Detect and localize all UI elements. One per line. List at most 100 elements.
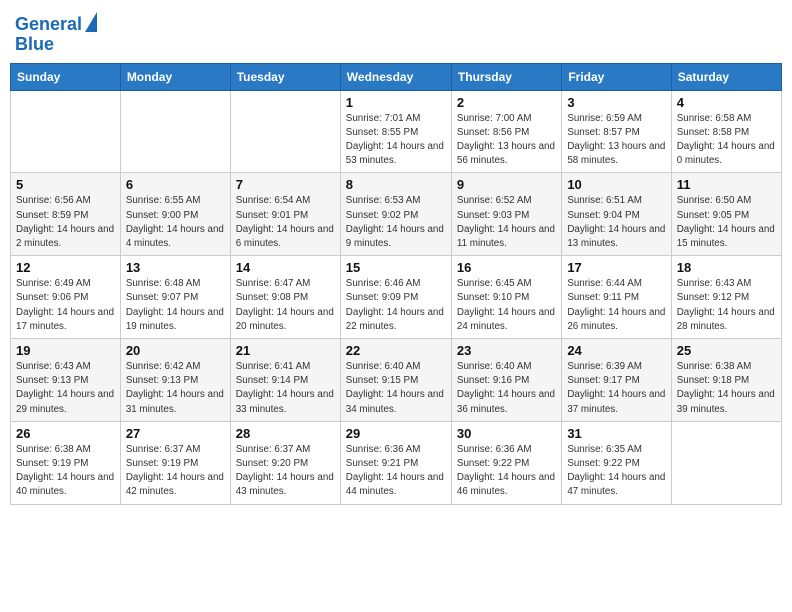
calendar-cell	[11, 90, 121, 173]
calendar-week-2: 5Sunrise: 6:56 AMSunset: 8:59 PMDaylight…	[11, 173, 782, 256]
day-number: 13	[126, 260, 225, 275]
calendar-cell: 20 Sunrise: 6:42 AMSunset: 9:13 PMDayligh…	[120, 339, 230, 422]
day-number: 29	[346, 426, 446, 441]
calendar-week-4: 19Sunrise: 6:43 AMSunset: 9:13 PMDayligh…	[11, 339, 782, 422]
day-number: 24	[567, 343, 665, 358]
calendar-cell: 2 Sunrise: 7:00 AMSunset: 8:56 PMDaylight…	[451, 90, 561, 173]
logo-subtext: Blue	[15, 35, 54, 55]
calendar-cell: 15 Sunrise: 6:46 AMSunset: 9:09 PMDayligh…	[340, 256, 451, 339]
calendar-cell: 23 Sunrise: 6:40 AMSunset: 9:16 PMDayligh…	[451, 339, 561, 422]
logo-text: General	[15, 15, 82, 35]
calendar-week-3: 12 Sunrise: 6:49 AMSunset: 9:06 PMDayligh…	[11, 256, 782, 339]
day-info: Sunrise: 6:49 AMSunset: 9:06 PMDaylight:…	[16, 277, 115, 334]
calendar-cell: 13 Sunrise: 6:48 AMSunset: 9:07 PMDayligh…	[120, 256, 230, 339]
calendar-cell: 17 Sunrise: 6:44 AMSunset: 9:11 PMDayligh…	[562, 256, 671, 339]
day-info: Sunrise: 6:48 AMSunset: 9:07 PMDaylight:…	[126, 277, 225, 334]
day-info: Sunrise: 7:01 AMSunset: 8:55 PMDaylight:…	[346, 112, 446, 169]
day-number: 1	[346, 95, 446, 110]
day-number: 10	[567, 177, 665, 192]
calendar-cell	[230, 90, 340, 173]
day-info: Sunrise: 6:55 AMSunset: 9:00 PMDaylight:…	[126, 194, 225, 251]
day-info: Sunrise: 6:43 AMSunset: 9:13 PMDaylight:…	[16, 360, 115, 417]
day-number: 26	[16, 426, 115, 441]
day-number: 18	[677, 260, 776, 275]
day-info: Sunrise: 6:46 AMSunset: 9:09 PMDaylight:…	[346, 277, 446, 334]
day-info: Sunrise: 6:44 AMSunset: 9:11 PMDaylight:…	[567, 277, 665, 334]
calendar-cell: 18 Sunrise: 6:43 AMSunset: 9:12 PMDayligh…	[671, 256, 781, 339]
day-number: 12	[16, 260, 115, 275]
calendar-cell: 19Sunrise: 6:43 AMSunset: 9:13 PMDayligh…	[11, 339, 121, 422]
day-number: 4	[677, 95, 776, 110]
day-info: Sunrise: 6:53 AMSunset: 9:02 PMDaylight:…	[346, 194, 446, 251]
header-cell-tuesday: Tuesday	[230, 63, 340, 90]
day-number: 25	[677, 343, 776, 358]
calendar-cell: 30 Sunrise: 6:36 AMSunset: 9:22 PMDayligh…	[451, 421, 561, 504]
day-number: 22	[346, 343, 446, 358]
day-info: Sunrise: 6:37 AMSunset: 9:20 PMDaylight:…	[236, 443, 335, 500]
header-cell-friday: Friday	[562, 63, 671, 90]
calendar-cell: 8 Sunrise: 6:53 AMSunset: 9:02 PMDaylight…	[340, 173, 451, 256]
calendar-week-5: 26 Sunrise: 6:38 AMSunset: 9:19 PMDayligh…	[11, 421, 782, 504]
calendar-cell: 9 Sunrise: 6:52 AMSunset: 9:03 PMDaylight…	[451, 173, 561, 256]
day-number: 2	[457, 95, 556, 110]
day-info: Sunrise: 6:40 AMSunset: 9:15 PMDaylight:…	[346, 360, 446, 417]
day-number: 7	[236, 177, 335, 192]
day-info: Sunrise: 6:38 AMSunset: 9:18 PMDaylight:…	[677, 360, 776, 417]
day-number: 8	[346, 177, 446, 192]
day-info: Sunrise: 6:50 AMSunset: 9:05 PMDaylight:…	[677, 194, 776, 251]
day-number: 31	[567, 426, 665, 441]
day-info: Sunrise: 6:45 AMSunset: 9:10 PMDaylight:…	[457, 277, 556, 334]
day-number: 16	[457, 260, 556, 275]
calendar-cell: 24 Sunrise: 6:39 AMSunset: 9:17 PMDayligh…	[562, 339, 671, 422]
day-info: Sunrise: 6:37 AMSunset: 9:19 PMDaylight:…	[126, 443, 225, 500]
day-number: 27	[126, 426, 225, 441]
day-info: Sunrise: 6:47 AMSunset: 9:08 PMDaylight:…	[236, 277, 335, 334]
day-info: Sunrise: 6:54 AMSunset: 9:01 PMDaylight:…	[236, 194, 335, 251]
calendar-table: SundayMondayTuesdayWednesdayThursdayFrid…	[10, 63, 782, 505]
calendar-cell: 11 Sunrise: 6:50 AMSunset: 9:05 PMDayligh…	[671, 173, 781, 256]
day-info: Sunrise: 6:52 AMSunset: 9:03 PMDaylight:…	[457, 194, 556, 251]
header-cell-sunday: Sunday	[11, 63, 121, 90]
header-cell-wednesday: Wednesday	[340, 63, 451, 90]
day-number: 11	[677, 177, 776, 192]
day-info: Sunrise: 6:40 AMSunset: 9:16 PMDaylight:…	[457, 360, 556, 417]
calendar-header-row: SundayMondayTuesdayWednesdayThursdayFrid…	[11, 63, 782, 90]
day-number: 23	[457, 343, 556, 358]
calendar-cell: 28 Sunrise: 6:37 AMSunset: 9:20 PMDayligh…	[230, 421, 340, 504]
day-info: Sunrise: 6:36 AMSunset: 9:22 PMDaylight:…	[457, 443, 556, 500]
calendar-cell: 16 Sunrise: 6:45 AMSunset: 9:10 PMDayligh…	[451, 256, 561, 339]
day-info: Sunrise: 6:51 AMSunset: 9:04 PMDaylight:…	[567, 194, 665, 251]
calendar-cell	[671, 421, 781, 504]
calendar-cell: 25 Sunrise: 6:38 AMSunset: 9:18 PMDayligh…	[671, 339, 781, 422]
calendar-cell: 31 Sunrise: 6:35 AMSunset: 9:22 PMDayligh…	[562, 421, 671, 504]
day-number: 30	[457, 426, 556, 441]
calendar-cell: 1 Sunrise: 7:01 AMSunset: 8:55 PMDaylight…	[340, 90, 451, 173]
calendar-cell: 4Sunrise: 6:58 AMSunset: 8:58 PMDaylight…	[671, 90, 781, 173]
calendar-cell: 6Sunrise: 6:55 AMSunset: 9:00 PMDaylight…	[120, 173, 230, 256]
day-number: 20	[126, 343, 225, 358]
day-info: Sunrise: 6:56 AMSunset: 8:59 PMDaylight:…	[16, 194, 115, 251]
day-number: 15	[346, 260, 446, 275]
day-info: Sunrise: 6:38 AMSunset: 9:19 PMDaylight:…	[16, 443, 115, 500]
day-info: Sunrise: 6:39 AMSunset: 9:17 PMDaylight:…	[567, 360, 665, 417]
page-header: General Blue	[10, 10, 782, 55]
header-cell-saturday: Saturday	[671, 63, 781, 90]
calendar-cell: 14Sunrise: 6:47 AMSunset: 9:08 PMDayligh…	[230, 256, 340, 339]
day-info: Sunrise: 7:00 AMSunset: 8:56 PMDaylight:…	[457, 112, 556, 169]
calendar-cell: 29Sunrise: 6:36 AMSunset: 9:21 PMDayligh…	[340, 421, 451, 504]
day-number: 17	[567, 260, 665, 275]
calendar-cell: 26 Sunrise: 6:38 AMSunset: 9:19 PMDayligh…	[11, 421, 121, 504]
day-info: Sunrise: 6:43 AMSunset: 9:12 PMDaylight:…	[677, 277, 776, 334]
day-number: 9	[457, 177, 556, 192]
day-info: Sunrise: 6:42 AMSunset: 9:13 PMDaylight:…	[126, 360, 225, 417]
day-info: Sunrise: 6:35 AMSunset: 9:22 PMDaylight:…	[567, 443, 665, 500]
calendar-cell: 3Sunrise: 6:59 AMSunset: 8:57 PMDaylight…	[562, 90, 671, 173]
day-number: 3	[567, 95, 665, 110]
calendar-cell: 12 Sunrise: 6:49 AMSunset: 9:06 PMDayligh…	[11, 256, 121, 339]
day-number: 28	[236, 426, 335, 441]
calendar-week-1: 1 Sunrise: 7:01 AMSunset: 8:55 PMDaylight…	[11, 90, 782, 173]
calendar-cell: 7 Sunrise: 6:54 AMSunset: 9:01 PMDaylight…	[230, 173, 340, 256]
day-number: 21	[236, 343, 335, 358]
calendar-cell: 5Sunrise: 6:56 AMSunset: 8:59 PMDaylight…	[11, 173, 121, 256]
day-info: Sunrise: 6:41 AMSunset: 9:14 PMDaylight:…	[236, 360, 335, 417]
